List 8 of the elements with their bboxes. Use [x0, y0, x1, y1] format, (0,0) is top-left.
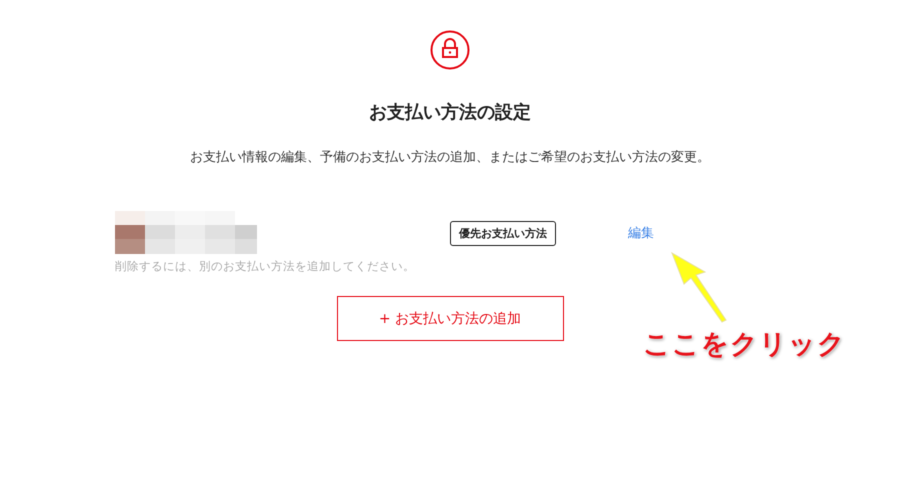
preferred-badge: 優先お支払い方法	[450, 220, 556, 246]
page-description: お支払い情報の編集、予備のお支払い方法の追加、またはご希望のお支払い方法の変更。	[190, 149, 710, 166]
page-title: お支払い方法の設定	[369, 101, 531, 124]
add-payment-button[interactable]: + お支払い方法の追加	[336, 296, 564, 341]
delete-note: 削除するには、別のお支払い方法を追加してください。	[115, 259, 416, 274]
lock-icon	[430, 30, 470, 70]
edit-link[interactable]: 編集	[628, 224, 654, 242]
annotation-text: ここをクリック	[643, 328, 846, 362]
